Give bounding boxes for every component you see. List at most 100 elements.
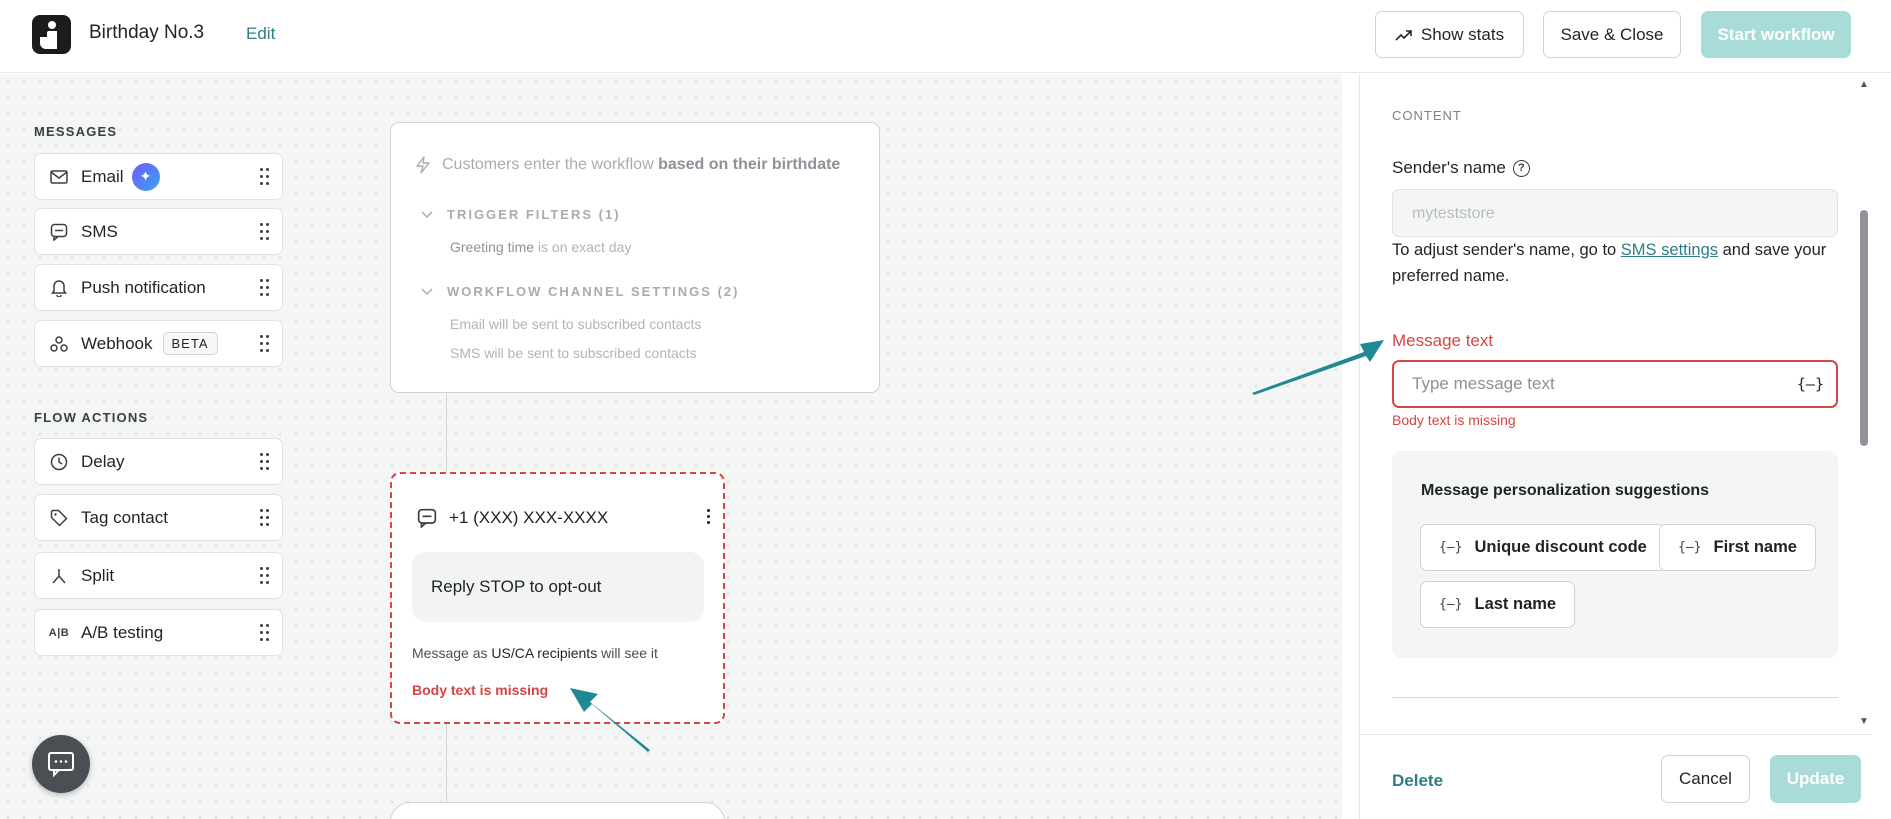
delete-button[interactable]: Delete bbox=[1392, 771, 1443, 791]
suggestion-chip-first-name[interactable]: {–} First name bbox=[1659, 524, 1816, 571]
drag-handle-icon[interactable] bbox=[260, 508, 270, 528]
trigger-filters-section[interactable]: TRIGGER FILTERS (1) bbox=[421, 207, 621, 222]
palette-item-split[interactable]: Split bbox=[34, 552, 283, 599]
suggestion-label: Unique discount code bbox=[1474, 538, 1647, 556]
sms-node-error: Body text is missing bbox=[412, 682, 549, 698]
channel-line: Email will be sent to subscribed contact… bbox=[450, 316, 702, 332]
workflow-canvas[interactable]: MESSAGES Email ✦ SMS Push notification W… bbox=[0, 74, 1342, 819]
support-chat-button[interactable] bbox=[32, 735, 90, 793]
sender-name-field: myteststore bbox=[1392, 189, 1838, 237]
channel-settings-section[interactable]: WORKFLOW CHANNEL SETTINGS (2) bbox=[421, 284, 739, 299]
beta-badge: BETA bbox=[162, 332, 218, 355]
message-text-input[interactable] bbox=[1412, 374, 1792, 394]
palette-item-label: Webhook bbox=[81, 333, 153, 353]
app-logo bbox=[32, 15, 71, 54]
show-stats-button[interactable]: Show stats bbox=[1375, 11, 1524, 58]
drag-handle-icon[interactable] bbox=[260, 167, 270, 187]
message-text-label: Message text bbox=[1392, 331, 1494, 350]
flow-connector bbox=[446, 724, 447, 804]
palette-item-sms[interactable]: SMS bbox=[34, 208, 283, 255]
bell-icon bbox=[49, 278, 69, 298]
message-text-error: Body text is missing bbox=[1392, 412, 1516, 428]
save-close-button[interactable]: Save & Close bbox=[1543, 11, 1681, 58]
palette-item-label: Email bbox=[81, 166, 124, 186]
drag-handle-icon[interactable] bbox=[260, 452, 270, 472]
ai-sparkle-icon: ✦ bbox=[131, 162, 160, 191]
chevron-down-icon bbox=[421, 287, 433, 295]
split-icon bbox=[49, 566, 69, 586]
channel-line: SMS will be sent to subscribed contacts bbox=[450, 345, 697, 361]
trigger-filters-heading: TRIGGER FILTERS (1) bbox=[447, 207, 621, 222]
sms-sender-phone: +1 (XXX) XXX-XXXX bbox=[449, 508, 609, 527]
insert-variable-icon[interactable]: {–} bbox=[1797, 375, 1824, 393]
chat-icon bbox=[48, 752, 74, 777]
top-bar: Birthday No.3 Edit Show stats Save & Clo… bbox=[0, 0, 1891, 73]
palette-item-tag-contact[interactable]: Tag contact bbox=[34, 494, 283, 541]
more-options-icon[interactable] bbox=[707, 509, 711, 525]
palette-item-label: Split bbox=[81, 565, 115, 585]
personalization-suggestions: Message personalization suggestions {–} … bbox=[1392, 451, 1838, 658]
trigger-text: Customers enter the workflow bbox=[442, 156, 659, 173]
palette-item-label: Tag contact bbox=[81, 507, 168, 527]
message-text-field[interactable]: {–} bbox=[1392, 360, 1838, 408]
sms-node[interactable]: +1 (XXX) XXX-XXXX Reply STOP to opt-out … bbox=[390, 472, 725, 724]
palette-item-label: Delay bbox=[81, 451, 125, 471]
help-icon[interactable]: ? bbox=[1512, 159, 1530, 177]
drag-handle-icon[interactable] bbox=[260, 278, 270, 298]
drag-handle-icon[interactable] bbox=[260, 566, 270, 586]
suggestion-chip-last-name[interactable]: {–} Last name bbox=[1420, 581, 1576, 628]
drag-handle-icon[interactable] bbox=[260, 222, 270, 242]
palette-item-delay[interactable]: Delay bbox=[34, 438, 283, 485]
content-section-label: CONTENT bbox=[1392, 108, 1462, 123]
panel-footer: Delete Cancel Update bbox=[1360, 734, 1872, 819]
variable-icon: {–} bbox=[1678, 540, 1702, 555]
sms-settings-panel: CONTENT Sender's name ? myteststore To a… bbox=[1359, 74, 1872, 819]
palette-item-push[interactable]: Push notification bbox=[34, 264, 283, 311]
lightning-icon bbox=[416, 156, 430, 174]
chevron-down-icon bbox=[421, 210, 433, 218]
webhook-icon bbox=[49, 334, 69, 354]
trigger-description: Customers enter the workflow based on th… bbox=[416, 156, 840, 174]
suggestion-chip-discount-code[interactable]: {–} Unique discount code bbox=[1420, 524, 1666, 571]
trigger-filter-line: Greeting time is on exact day bbox=[450, 239, 632, 255]
drag-handle-icon[interactable] bbox=[260, 334, 270, 354]
panel-scrollbar[interactable]: ▲ ▼ bbox=[1858, 74, 1870, 734]
trending-up-icon bbox=[1395, 29, 1412, 41]
workflow-title: Birthday No.3 bbox=[89, 22, 205, 43]
messages-heading: MESSAGES bbox=[34, 124, 118, 139]
flow-connector bbox=[446, 393, 447, 472]
palette-item-ab-testing[interactable]: A|B A/B testing bbox=[34, 609, 283, 656]
palette-item-email[interactable]: Email ✦ bbox=[34, 153, 283, 200]
next-node[interactable] bbox=[390, 802, 725, 819]
cancel-button[interactable]: Cancel bbox=[1661, 755, 1750, 803]
suggestions-title: Message personalization suggestions bbox=[1421, 482, 1710, 499]
ab-icon: A|B bbox=[48, 626, 70, 639]
drag-handle-icon[interactable] bbox=[260, 623, 270, 643]
start-workflow-button[interactable]: Start workflow bbox=[1701, 11, 1851, 58]
suggestion-label: First name bbox=[1713, 538, 1797, 556]
section-divider bbox=[1392, 697, 1838, 698]
start-workflow-label: Start workflow bbox=[1717, 24, 1835, 44]
update-button[interactable]: Update bbox=[1770, 755, 1861, 803]
edit-title-link[interactable]: Edit bbox=[246, 24, 275, 44]
chat-bubble-icon bbox=[49, 222, 69, 242]
sms-settings-link[interactable]: SMS settings bbox=[1621, 241, 1718, 259]
trigger-node[interactable]: Customers enter the workflow based on th… bbox=[390, 122, 880, 393]
sms-preview-bubble: Reply STOP to opt-out bbox=[412, 552, 704, 622]
trigger-text-bold: based on their birthdate bbox=[658, 156, 841, 173]
channel-settings-heading: WORKFLOW CHANNEL SETTINGS (2) bbox=[447, 284, 740, 299]
variable-icon: {–} bbox=[1439, 540, 1463, 555]
sender-name-label: Sender's name ? bbox=[1392, 158, 1530, 178]
sender-name-help: To adjust sender's name, go to SMS setti… bbox=[1392, 241, 1827, 285]
save-close-label: Save & Close bbox=[1560, 24, 1664, 44]
mail-icon bbox=[49, 167, 69, 187]
palette-item-webhook[interactable]: Webhook BETA bbox=[34, 320, 283, 367]
tag-icon bbox=[49, 508, 69, 528]
clock-icon bbox=[49, 452, 69, 472]
message-as-note: Message as US/CA recipients will see it bbox=[412, 645, 658, 661]
palette-item-label: A/B testing bbox=[81, 622, 164, 642]
chat-bubble-icon bbox=[417, 508, 437, 528]
suggestion-label: Last name bbox=[1474, 595, 1557, 613]
flow-actions-heading: FLOW ACTIONS bbox=[34, 410, 149, 425]
variable-icon: {–} bbox=[1439, 597, 1463, 612]
